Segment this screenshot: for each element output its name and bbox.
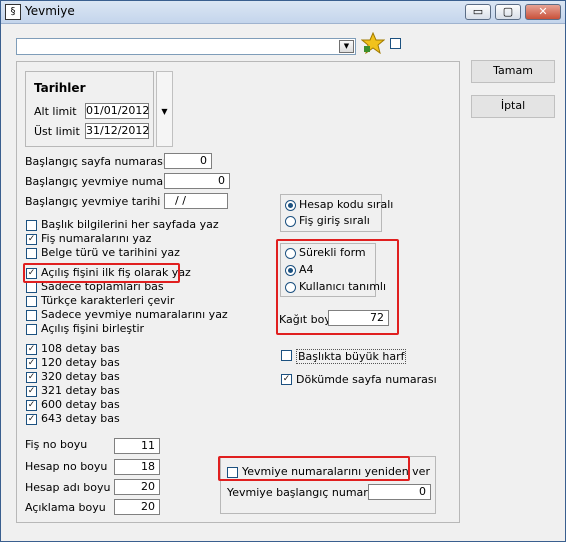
cancel-button[interactable]: İptal: [471, 95, 555, 118]
option-checkbox[interactable]: [26, 310, 37, 321]
detay-label: 320 detay bas: [41, 370, 120, 383]
detay-label: 600 detay bas: [41, 398, 120, 411]
option-checkbox[interactable]: [26, 220, 37, 231]
close-button[interactable]: ✕: [525, 4, 561, 20]
alt-limit-label: Alt limit: [34, 105, 77, 118]
ust-limit-label: Üst limit: [34, 125, 80, 138]
detay-label: 120 detay bas: [41, 356, 120, 369]
detay-checkbox[interactable]: ✓: [26, 344, 37, 355]
highlight-acilis-fisi: [23, 263, 180, 283]
app-icon: §: [5, 4, 21, 20]
option-label: Türkçe karakterleri çevir: [41, 294, 175, 307]
detay-label: 643 detay bas: [41, 412, 120, 425]
baslik-buyuk-checkbox[interactable]: [281, 350, 292, 361]
baslik-buyuk-label: Başlıkta büyük harf: [296, 349, 407, 364]
renumber-start-label: Yevmiye başlangıç numarası: [227, 486, 384, 499]
sort-giris-radio[interactable]: [285, 216, 296, 227]
sayfa-label: Başlangıç sayfa numarası: [25, 155, 166, 168]
yevmiye-no-label: Başlangıç yevmiye numarası: [25, 175, 184, 188]
option-checkbox[interactable]: [26, 282, 37, 293]
detay-checkbox[interactable]: ✓: [26, 400, 37, 411]
option-label: Başlık bilgilerini her sayfada yaz: [41, 218, 219, 231]
detay-checkbox[interactable]: ✓: [26, 414, 37, 425]
report-template-combo[interactable]: ▼: [16, 38, 356, 55]
option-checkbox[interactable]: ✓: [26, 234, 37, 245]
dokum-sayfa-checkbox[interactable]: ✓: [281, 374, 292, 385]
yevmiye-tarih-field[interactable]: / /: [164, 193, 228, 209]
detay-label: 321 detay bas: [41, 384, 120, 397]
option-checkbox[interactable]: [26, 296, 37, 307]
option-checkbox[interactable]: [26, 248, 37, 259]
tarihler-title: Tarihler: [34, 81, 86, 95]
title-bar: § Yevmiye ▭ ▢ ✕: [1, 1, 565, 24]
alt-limit-field[interactable]: 01/01/2012: [85, 103, 149, 119]
maximize-button[interactable]: ▢: [495, 4, 521, 20]
favorite-star-icon[interactable]: [361, 32, 385, 54]
aciklama-boyu-field[interactable]: 20: [114, 499, 160, 515]
detay-checkbox[interactable]: ✓: [26, 386, 37, 397]
sort-giris-label: Fiş giriş sıralı: [299, 214, 370, 227]
detay-label: 108 detay bas: [41, 342, 120, 355]
option-label: Açılış fişini birleştir: [41, 322, 145, 335]
dokum-sayfa-label: Dökümde sayfa numarası: [296, 373, 437, 386]
dialog-window: § Yevmiye ▭ ▢ ✕ ▼ Tarihler Alt limit 01/…: [0, 0, 566, 542]
detay-checkbox[interactable]: ✓: [26, 358, 37, 369]
highlight-paper: [276, 239, 399, 335]
ust-limit-field[interactable]: 31/12/2012: [85, 123, 149, 139]
tarihler-dropdown-button[interactable]: ▼: [156, 71, 173, 147]
hesap-no-boyu-field[interactable]: 18: [114, 459, 160, 475]
ok-button[interactable]: Tamam: [471, 60, 555, 83]
sayfa-field[interactable]: 0: [164, 153, 212, 169]
option-label: Sadece yevmiye numaralarını yaz: [41, 308, 228, 321]
renumber-start-field[interactable]: 0: [368, 484, 431, 500]
hesap-adi-boyu-label: Hesap adı boyu: [25, 481, 111, 494]
option-checkbox[interactable]: [26, 324, 37, 335]
top-checkbox[interactable]: [390, 38, 401, 49]
detay-checkbox[interactable]: ✓: [26, 372, 37, 383]
yevmiye-no-field[interactable]: 0: [164, 173, 230, 189]
hesap-adi-boyu-field[interactable]: 20: [114, 479, 160, 495]
option-label: Fiş numaralarını yaz: [41, 232, 152, 245]
fis-no-boyu-field[interactable]: 11: [114, 438, 160, 454]
option-label: Belge türü ve tarihini yaz: [41, 246, 180, 259]
sort-kod-radio[interactable]: [285, 200, 296, 211]
fis-no-boyu-label: Fiş no boyu: [25, 438, 88, 451]
minimize-button[interactable]: ▭: [465, 4, 491, 20]
hesap-no-boyu-label: Hesap no boyu: [25, 460, 108, 473]
sort-kod-label: Hesap kodu sıralı: [299, 198, 394, 211]
highlight-renumber: [218, 456, 410, 481]
window-title: Yevmiye: [25, 4, 75, 18]
chevron-down-icon[interactable]: ▼: [339, 40, 354, 53]
yevmiye-tarih-label: Başlangıç yevmiye tarihi: [25, 195, 161, 208]
aciklama-boyu-label: Açıklama boyu: [25, 501, 106, 514]
